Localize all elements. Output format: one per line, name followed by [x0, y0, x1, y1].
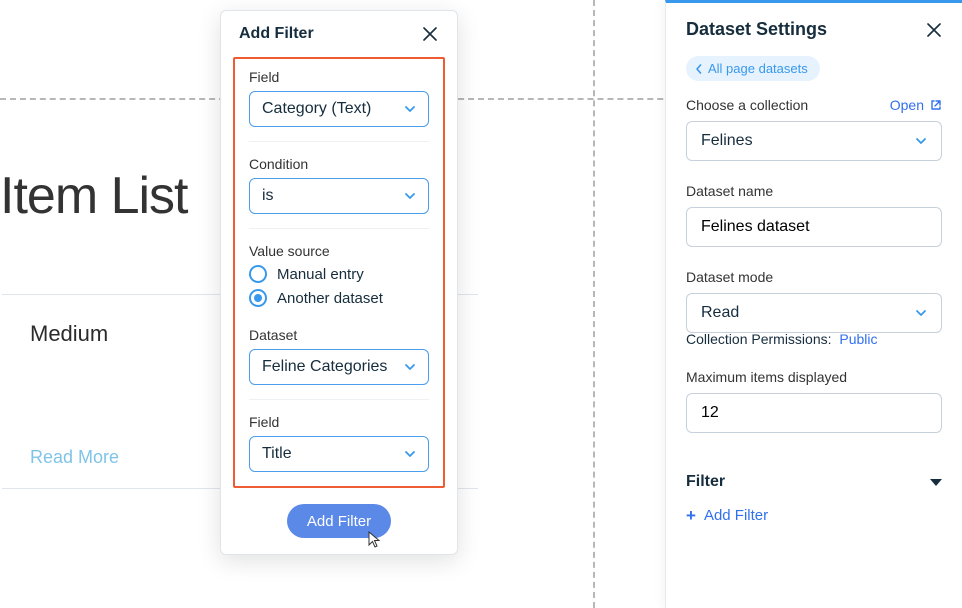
- dataset-select-value: Feline Categories: [262, 358, 387, 376]
- divider: [249, 141, 429, 142]
- value-source-another-dataset-label: Another dataset: [277, 290, 383, 307]
- condition-select[interactable]: is: [249, 178, 429, 214]
- guide-vertical: [593, 0, 595, 608]
- collection-label: Choose a collection: [686, 97, 808, 113]
- chevron-down-icon: [404, 190, 416, 202]
- add-filter-link-label: Add Filter: [704, 507, 768, 524]
- divider: [249, 399, 429, 400]
- back-to-all-datasets[interactable]: All page datasets: [686, 56, 820, 81]
- filter-config-highlight: Field Category (Text) Condition is Value…: [233, 57, 445, 488]
- value-source-another-dataset[interactable]: Another dataset: [249, 289, 429, 307]
- radio-unchecked-icon: [249, 265, 267, 283]
- add-filter-button-label: Add Filter: [307, 513, 371, 530]
- value-source-label: Value source: [249, 243, 429, 259]
- field2-label: Field: [249, 414, 429, 430]
- collection-permissions-label: Collection Permissions:: [686, 331, 832, 347]
- add-filter-link[interactable]: + Add Filter: [686, 507, 768, 524]
- dataset-label: Dataset: [249, 327, 429, 343]
- settings-title: Dataset Settings: [686, 19, 827, 40]
- dataset-settings-panel: Dataset Settings All page datasets Choos…: [665, 0, 962, 608]
- divider: [249, 228, 429, 229]
- collection-permissions-row: Collection Permissions: Public: [686, 331, 942, 347]
- chevron-down-icon: [404, 361, 416, 373]
- add-filter-button[interactable]: Add Filter: [287, 504, 391, 538]
- collection-permissions-link[interactable]: Public: [839, 331, 877, 347]
- external-link-icon: [930, 99, 942, 111]
- dataset-name-input[interactable]: [686, 207, 942, 247]
- dialog-header: Add Filter: [221, 11, 457, 57]
- settings-header: Dataset Settings: [666, 3, 962, 56]
- caret-down-icon: [930, 479, 942, 486]
- condition-label: Condition: [249, 156, 429, 172]
- plus-icon: +: [686, 507, 696, 524]
- chevron-left-icon: [694, 64, 704, 74]
- open-collection-link[interactable]: Open: [890, 97, 942, 113]
- cursor-icon: [367, 530, 383, 550]
- dataset-mode-select-value: Read: [701, 304, 739, 322]
- chevron-down-icon: [915, 307, 927, 319]
- collection-select[interactable]: Felines: [686, 121, 942, 161]
- field-label: Field: [249, 69, 429, 85]
- close-icon[interactable]: [926, 22, 942, 38]
- field-select[interactable]: Category (Text): [249, 91, 429, 127]
- dataset-name-label: Dataset name: [686, 183, 942, 199]
- chevron-down-icon: [404, 103, 416, 115]
- page-heading: Item List: [0, 166, 188, 226]
- dialog-title: Add Filter: [239, 25, 314, 43]
- field2-select[interactable]: Title: [249, 436, 429, 472]
- dataset-mode-label: Dataset mode: [686, 269, 942, 285]
- chevron-down-icon: [404, 448, 416, 460]
- radio-checked-icon: [249, 289, 267, 307]
- field2-select-value: Title: [262, 445, 292, 463]
- field-select-value: Category (Text): [262, 100, 371, 118]
- max-items-label: Maximum items displayed: [686, 369, 942, 385]
- open-link-label: Open: [890, 97, 924, 113]
- filter-section-title: Filter: [686, 473, 725, 491]
- dataset-mode-select[interactable]: Read: [686, 293, 942, 333]
- condition-select-value: is: [262, 187, 274, 205]
- filter-section-header[interactable]: Filter: [686, 473, 942, 491]
- close-icon[interactable]: [421, 25, 439, 43]
- value-source-manual-label: Manual entry: [277, 266, 364, 283]
- value-source-manual[interactable]: Manual entry: [249, 265, 429, 283]
- back-chip-label: All page datasets: [708, 61, 808, 76]
- add-filter-dialog: Add Filter Field Category (Text) Conditi…: [220, 10, 458, 555]
- dataset-select[interactable]: Feline Categories: [249, 349, 429, 385]
- max-items-input[interactable]: [686, 393, 942, 433]
- chevron-down-icon: [915, 135, 927, 147]
- settings-body: Choose a collection Open Felines Dataset…: [666, 97, 962, 608]
- collection-select-value: Felines: [701, 132, 753, 150]
